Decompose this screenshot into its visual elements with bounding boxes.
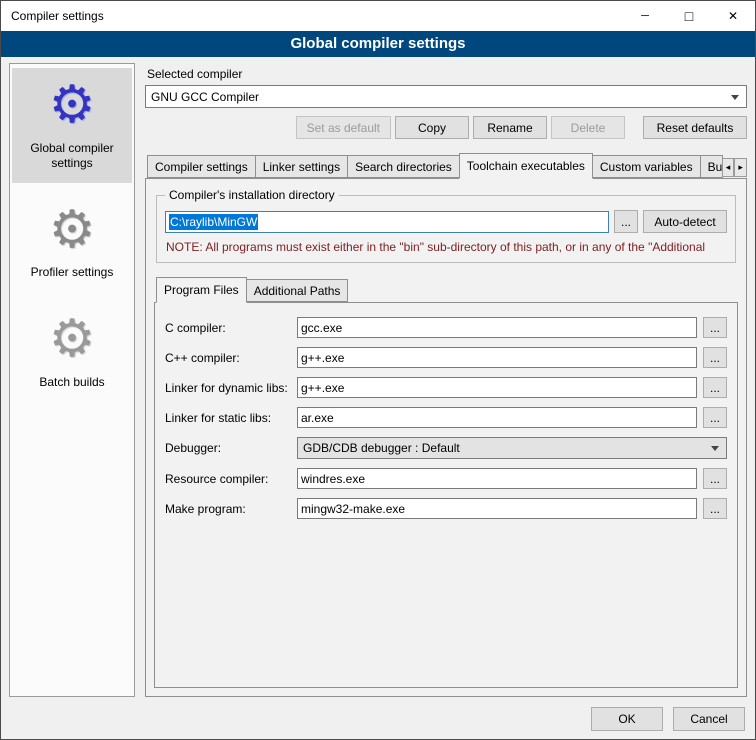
cpp-compiler-label: C++ compiler: xyxy=(165,351,291,365)
sidebar-item-profiler-settings[interactable]: ⚙ Profiler settings xyxy=(12,193,132,293)
tab-search-directories[interactable]: Search directories xyxy=(347,155,460,178)
make-program-row: Make program: ... xyxy=(165,498,727,519)
close-icon[interactable]: ✕ xyxy=(711,1,755,31)
selected-compiler-dropdown[interactable]: GNU GCC Compiler xyxy=(145,85,747,108)
linker-dynamic-input[interactable] xyxy=(297,377,697,398)
tab-linker-settings[interactable]: Linker settings xyxy=(255,155,348,178)
tab-build-options[interactable]: Buil xyxy=(700,155,723,178)
installation-directory-row: C:\raylib\MinGW ... Auto-detect xyxy=(165,210,727,233)
copy-button[interactable]: Copy xyxy=(395,116,469,139)
settings-tabstrip: Compiler settings Linker settings Search… xyxy=(145,153,747,178)
installation-directory-browse-button[interactable]: ... xyxy=(614,210,638,233)
sidebar-item-global-compiler-settings[interactable]: ⚙ Global compiler settings xyxy=(12,68,132,183)
c-compiler-label: C compiler: xyxy=(165,321,291,335)
linker-static-label: Linker for static libs: xyxy=(165,411,291,425)
selected-compiler-value: GNU GCC Compiler xyxy=(151,90,259,104)
resource-compiler-input[interactable] xyxy=(297,468,697,489)
subtab-program-files[interactable]: Program Files xyxy=(156,277,247,303)
titlebar[interactable]: Compiler settings ─ □ ✕ xyxy=(1,1,755,31)
make-program-browse-button[interactable]: ... xyxy=(703,498,727,519)
linker-dynamic-browse-button[interactable]: ... xyxy=(703,377,727,398)
linker-static-input[interactable] xyxy=(297,407,697,428)
tab-custom-variables[interactable]: Custom variables xyxy=(592,155,701,178)
window-title: Compiler settings xyxy=(1,9,623,23)
c-compiler-browse-button[interactable]: ... xyxy=(703,317,727,338)
settings-sidebar: ⚙ Global compiler settings ⚙ Profiler se… xyxy=(9,63,135,697)
delete-button[interactable]: Delete xyxy=(551,116,625,139)
page-title: Global compiler settings xyxy=(1,31,755,57)
dialog-content: ⚙ Global compiler settings ⚙ Profiler se… xyxy=(1,57,755,697)
debugger-dropdown[interactable]: GDB/CDB debugger : Default xyxy=(297,437,727,459)
debugger-row: Debugger: GDB/CDB debugger : Default xyxy=(165,437,727,459)
subtab-additional-paths[interactable]: Additional Paths xyxy=(246,279,349,302)
tab-compiler-settings[interactable]: Compiler settings xyxy=(147,155,256,178)
resource-compiler-label: Resource compiler: xyxy=(165,472,291,486)
sidebar-item-batch-builds[interactable]: ⚙ Batch builds xyxy=(12,302,132,402)
program-files-page: C compiler: ... C++ compiler: ... Linker… xyxy=(154,302,738,688)
compiler-settings-window: Compiler settings ─ □ ✕ Global compiler … xyxy=(0,0,756,740)
tab-scroll-right-icon[interactable]: ▸ xyxy=(734,158,747,177)
make-program-input[interactable] xyxy=(297,498,697,519)
ok-button[interactable]: OK xyxy=(591,707,663,731)
cancel-button[interactable]: Cancel xyxy=(673,707,745,731)
gear-icon: ⚙ xyxy=(16,78,128,133)
program-files-tabstrip: Program Files Additional Paths xyxy=(154,277,738,302)
maximize-icon[interactable]: □ xyxy=(667,1,711,31)
profiler-gear-icon: ⚙ xyxy=(16,203,128,258)
linker-static-browse-button[interactable]: ... xyxy=(703,407,727,428)
c-compiler-input[interactable] xyxy=(297,317,697,338)
toolchain-executables-page: Compiler's installation directory C:\ray… xyxy=(145,178,747,697)
tab-toolchain-executables[interactable]: Toolchain executables xyxy=(459,153,593,179)
resource-compiler-browse-button[interactable]: ... xyxy=(703,468,727,489)
chevron-down-icon xyxy=(711,446,719,451)
minimize-icon[interactable]: ─ xyxy=(623,1,667,31)
batch-builds-gear-icon: ⚙ xyxy=(16,312,128,367)
bin-subdirectory-note: NOTE: All programs must exist either in … xyxy=(166,240,726,254)
rename-button[interactable]: Rename xyxy=(473,116,547,139)
tab-scroll-left-icon[interactable]: ◂ xyxy=(722,158,735,177)
c-compiler-row: C compiler: ... xyxy=(165,317,727,338)
auto-detect-button[interactable]: Auto-detect xyxy=(643,210,727,233)
installation-directory-group-title: Compiler's installation directory xyxy=(165,188,339,202)
linker-dynamic-label: Linker for dynamic libs: xyxy=(165,381,291,395)
reset-defaults-button[interactable]: Reset defaults xyxy=(643,116,747,139)
selected-compiler-label: Selected compiler xyxy=(147,67,747,81)
debugger-value: GDB/CDB debugger : Default xyxy=(303,441,460,455)
resource-compiler-row: Resource compiler: ... xyxy=(165,468,727,489)
installation-directory-value: C:\raylib\MinGW xyxy=(169,214,258,230)
linker-static-row: Linker for static libs: ... xyxy=(165,407,727,428)
set-as-default-button[interactable]: Set as default xyxy=(296,116,391,139)
cpp-compiler-row: C++ compiler: ... xyxy=(165,347,727,368)
linker-dynamic-row: Linker for dynamic libs: ... xyxy=(165,377,727,398)
installation-directory-input[interactable]: C:\raylib\MinGW xyxy=(165,211,609,233)
cpp-compiler-browse-button[interactable]: ... xyxy=(703,347,727,368)
sidebar-item-label: Global compiler settings xyxy=(30,141,113,170)
installation-directory-group: Compiler's installation directory C:\ray… xyxy=(156,195,736,263)
make-program-label: Make program: xyxy=(165,502,291,516)
compiler-actions: Set as default Copy Rename Delete Reset … xyxy=(145,116,747,139)
sidebar-item-label: Profiler settings xyxy=(31,265,114,279)
debugger-label: Debugger: xyxy=(165,441,291,455)
sidebar-item-label: Batch builds xyxy=(39,375,104,389)
chevron-down-icon xyxy=(731,95,739,100)
dialog-footer: OK Cancel xyxy=(591,707,745,731)
cpp-compiler-input[interactable] xyxy=(297,347,697,368)
main-panel: Selected compiler GNU GCC Compiler Set a… xyxy=(145,63,747,697)
